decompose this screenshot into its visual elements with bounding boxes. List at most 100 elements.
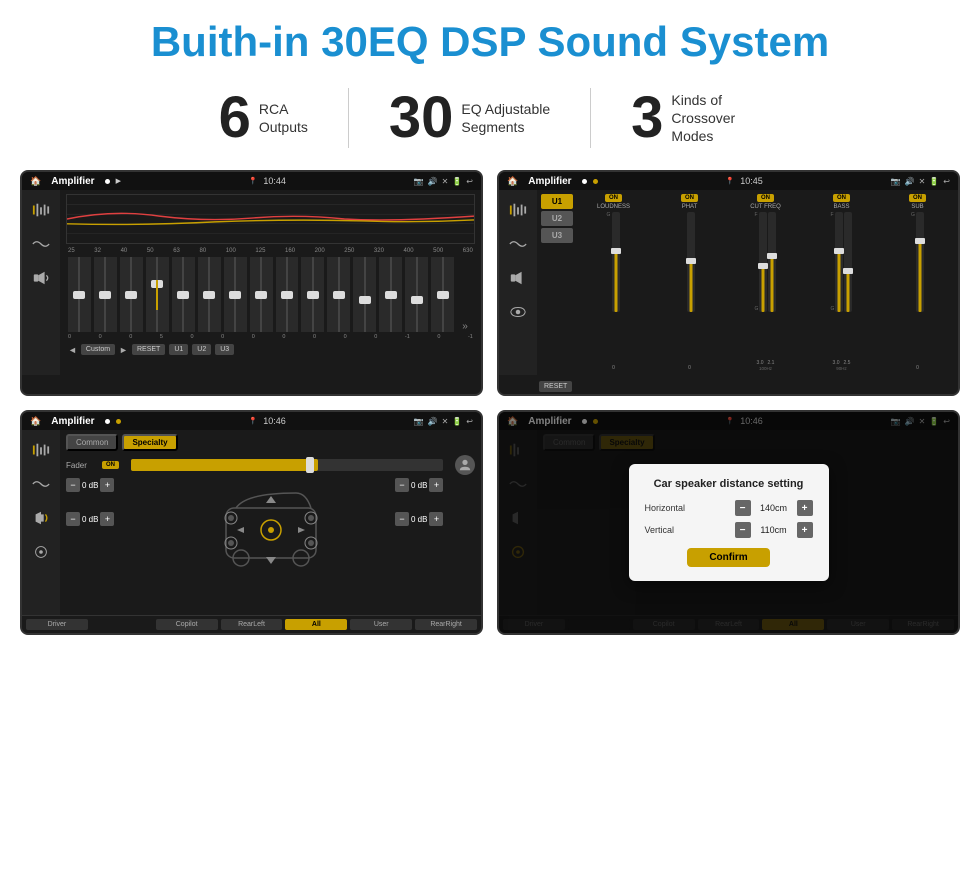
eq-slider-13[interactable] [379,257,402,332]
copilot-btn[interactable]: Copilot [156,619,218,630]
eq-u3-btn[interactable]: U3 [215,344,234,355]
cutfreq-on[interactable]: ON [757,194,774,202]
u3-btn[interactable]: U3 [541,228,573,243]
sidebar-f-surround-icon[interactable] [28,542,54,562]
stat-eq-desc: EQ Adjustable Segments [461,100,550,136]
channel-phat: ON PHAT 0 [653,194,726,371]
camera-icon-eq: 📷 [414,177,424,186]
rear-right-btn[interactable]: RearRight [415,619,477,630]
sidebar-cx-wave-icon[interactable] [505,234,531,254]
driver-btn[interactable]: Driver [26,619,88,630]
fader-sidebar [22,430,60,615]
eq-slider-3[interactable] [120,257,143,332]
eq-slider-2[interactable] [94,257,117,332]
horizontal-plus[interactable]: + [797,500,813,516]
camera-icon-cx: 📷 [891,177,901,186]
back-icon-f: ↩ [466,417,473,426]
cutfreq-slider-2[interactable] [768,212,776,312]
status-bar-fader: 🏠 Amplifier 📍 10:46 📷 🔊 ✕ 🔋 ↩ [22,412,481,430]
close-icon-f: ✕ [442,417,449,426]
loudness-on[interactable]: ON [605,194,622,202]
eq-custom-btn[interactable]: Custom [81,344,115,355]
stat-eq: 30 EQ Adjustable Segments [349,89,590,147]
eq-slider-11[interactable] [327,257,350,332]
dot-eq-1 [105,179,110,184]
plus-btn-2[interactable]: + [429,478,443,492]
bass-on[interactable]: ON [833,194,850,202]
sidebar-cx-surround-icon[interactable] [505,302,531,322]
sidebar-f-wave-icon[interactable] [28,474,54,494]
plus-btn-4[interactable]: + [429,512,443,526]
fader-screen-body: Common Specialty Fader ON [22,430,481,615]
sidebar-f-eq-icon[interactable] [28,440,54,460]
u2-btn[interactable]: U2 [541,211,573,226]
minus-btn-4[interactable]: − [395,512,409,526]
plus-btn-3[interactable]: + [100,512,114,526]
plus-btn-1[interactable]: + [100,478,114,492]
sub-slider[interactable] [916,212,924,312]
eq-slider-8[interactable] [250,257,273,332]
sidebar-cx-eq-icon[interactable] [505,200,531,220]
eq-slider-12[interactable] [353,257,376,332]
play-icon[interactable]: ► [119,345,128,355]
dot-crossover-2 [593,179,598,184]
app-name-eq: Amplifier [51,176,94,187]
bass-slider-2[interactable] [844,212,852,312]
user-btn[interactable]: User [350,619,412,630]
fader-on-badge[interactable]: ON [102,461,119,469]
eq-reset-btn[interactable]: RESET [132,344,165,355]
confirm-button[interactable]: Confirm [687,548,769,567]
eq-slider-7[interactable] [224,257,247,332]
horizontal-minus[interactable]: − [735,500,751,516]
eq-slider-10[interactable] [301,257,324,332]
status-bar-eq: 🏠 Amplifier ▶ 📍 10:44 📷 🔊 ✕ 🔋 ↩ [22,172,481,190]
eq-slider-9[interactable] [276,257,299,332]
eq-slider-15[interactable] [431,257,454,332]
fader-label: Fader [66,461,96,470]
minus-btn-2[interactable]: − [395,478,409,492]
u1-btn[interactable]: U1 [541,194,573,209]
minus-btn-1[interactable]: − [66,478,80,492]
phat-slider[interactable] [687,212,695,312]
vertical-row: Vertical − 110cm + [645,522,813,538]
phat-on[interactable]: ON [681,194,698,202]
minus-btn-3[interactable]: − [66,512,80,526]
app-name-crossover: Amplifier [528,176,571,187]
channel-cols: ON LOUDNESS G 0 [577,194,954,371]
eq-slider-5[interactable] [172,257,195,332]
sidebar-f-speaker-icon[interactable] [28,508,54,528]
tab-specialty[interactable]: Specialty [122,434,177,451]
horizontal-row: Horizontal − 140cm + [645,500,813,516]
vertical-controls: − 110cm + [735,522,813,538]
sidebar-speaker-icon[interactable] [28,268,54,288]
db-val-1: 0 dB [82,481,98,490]
cx-reset-btn[interactable]: RESET [539,381,572,392]
eq-slider-1[interactable] [68,257,91,332]
fader-slider[interactable] [131,459,443,471]
cutfreq-slider-1[interactable] [759,212,767,312]
close-icon-cx: ✕ [919,177,926,186]
cx-sidebar [499,190,537,375]
eq-u1-btn[interactable]: U1 [169,344,188,355]
loudness-slider[interactable] [612,212,620,312]
sidebar-eq-icon[interactable] [28,200,54,220]
sub-on[interactable]: ON [909,194,926,202]
vertical-plus[interactable]: + [797,522,813,538]
bass-slider-1[interactable] [835,212,843,312]
time-fader: 10:46 [263,416,286,426]
horizontal-label: Horizontal [645,503,686,513]
eq-slider-14[interactable] [405,257,428,332]
sidebar-cx-speaker-icon[interactable] [505,268,531,288]
eq-more-icon[interactable]: » [457,321,473,332]
all-btn[interactable]: All [285,619,347,630]
tab-common[interactable]: Common [66,434,118,451]
vertical-minus[interactable]: − [735,522,751,538]
eq-content: 25 32 40 50 63 80 100 125 160 200 250 32… [60,190,481,375]
sidebar-wave-icon[interactable] [28,234,54,254]
sub-value: 0 [916,365,919,371]
eq-slider-6[interactable] [198,257,221,332]
eq-slider-4[interactable] [146,257,169,332]
eq-u2-btn[interactable]: U2 [192,344,211,355]
prev-icon[interactable]: ◄ [68,345,77,355]
rear-left-btn[interactable]: RearLeft [221,619,283,630]
